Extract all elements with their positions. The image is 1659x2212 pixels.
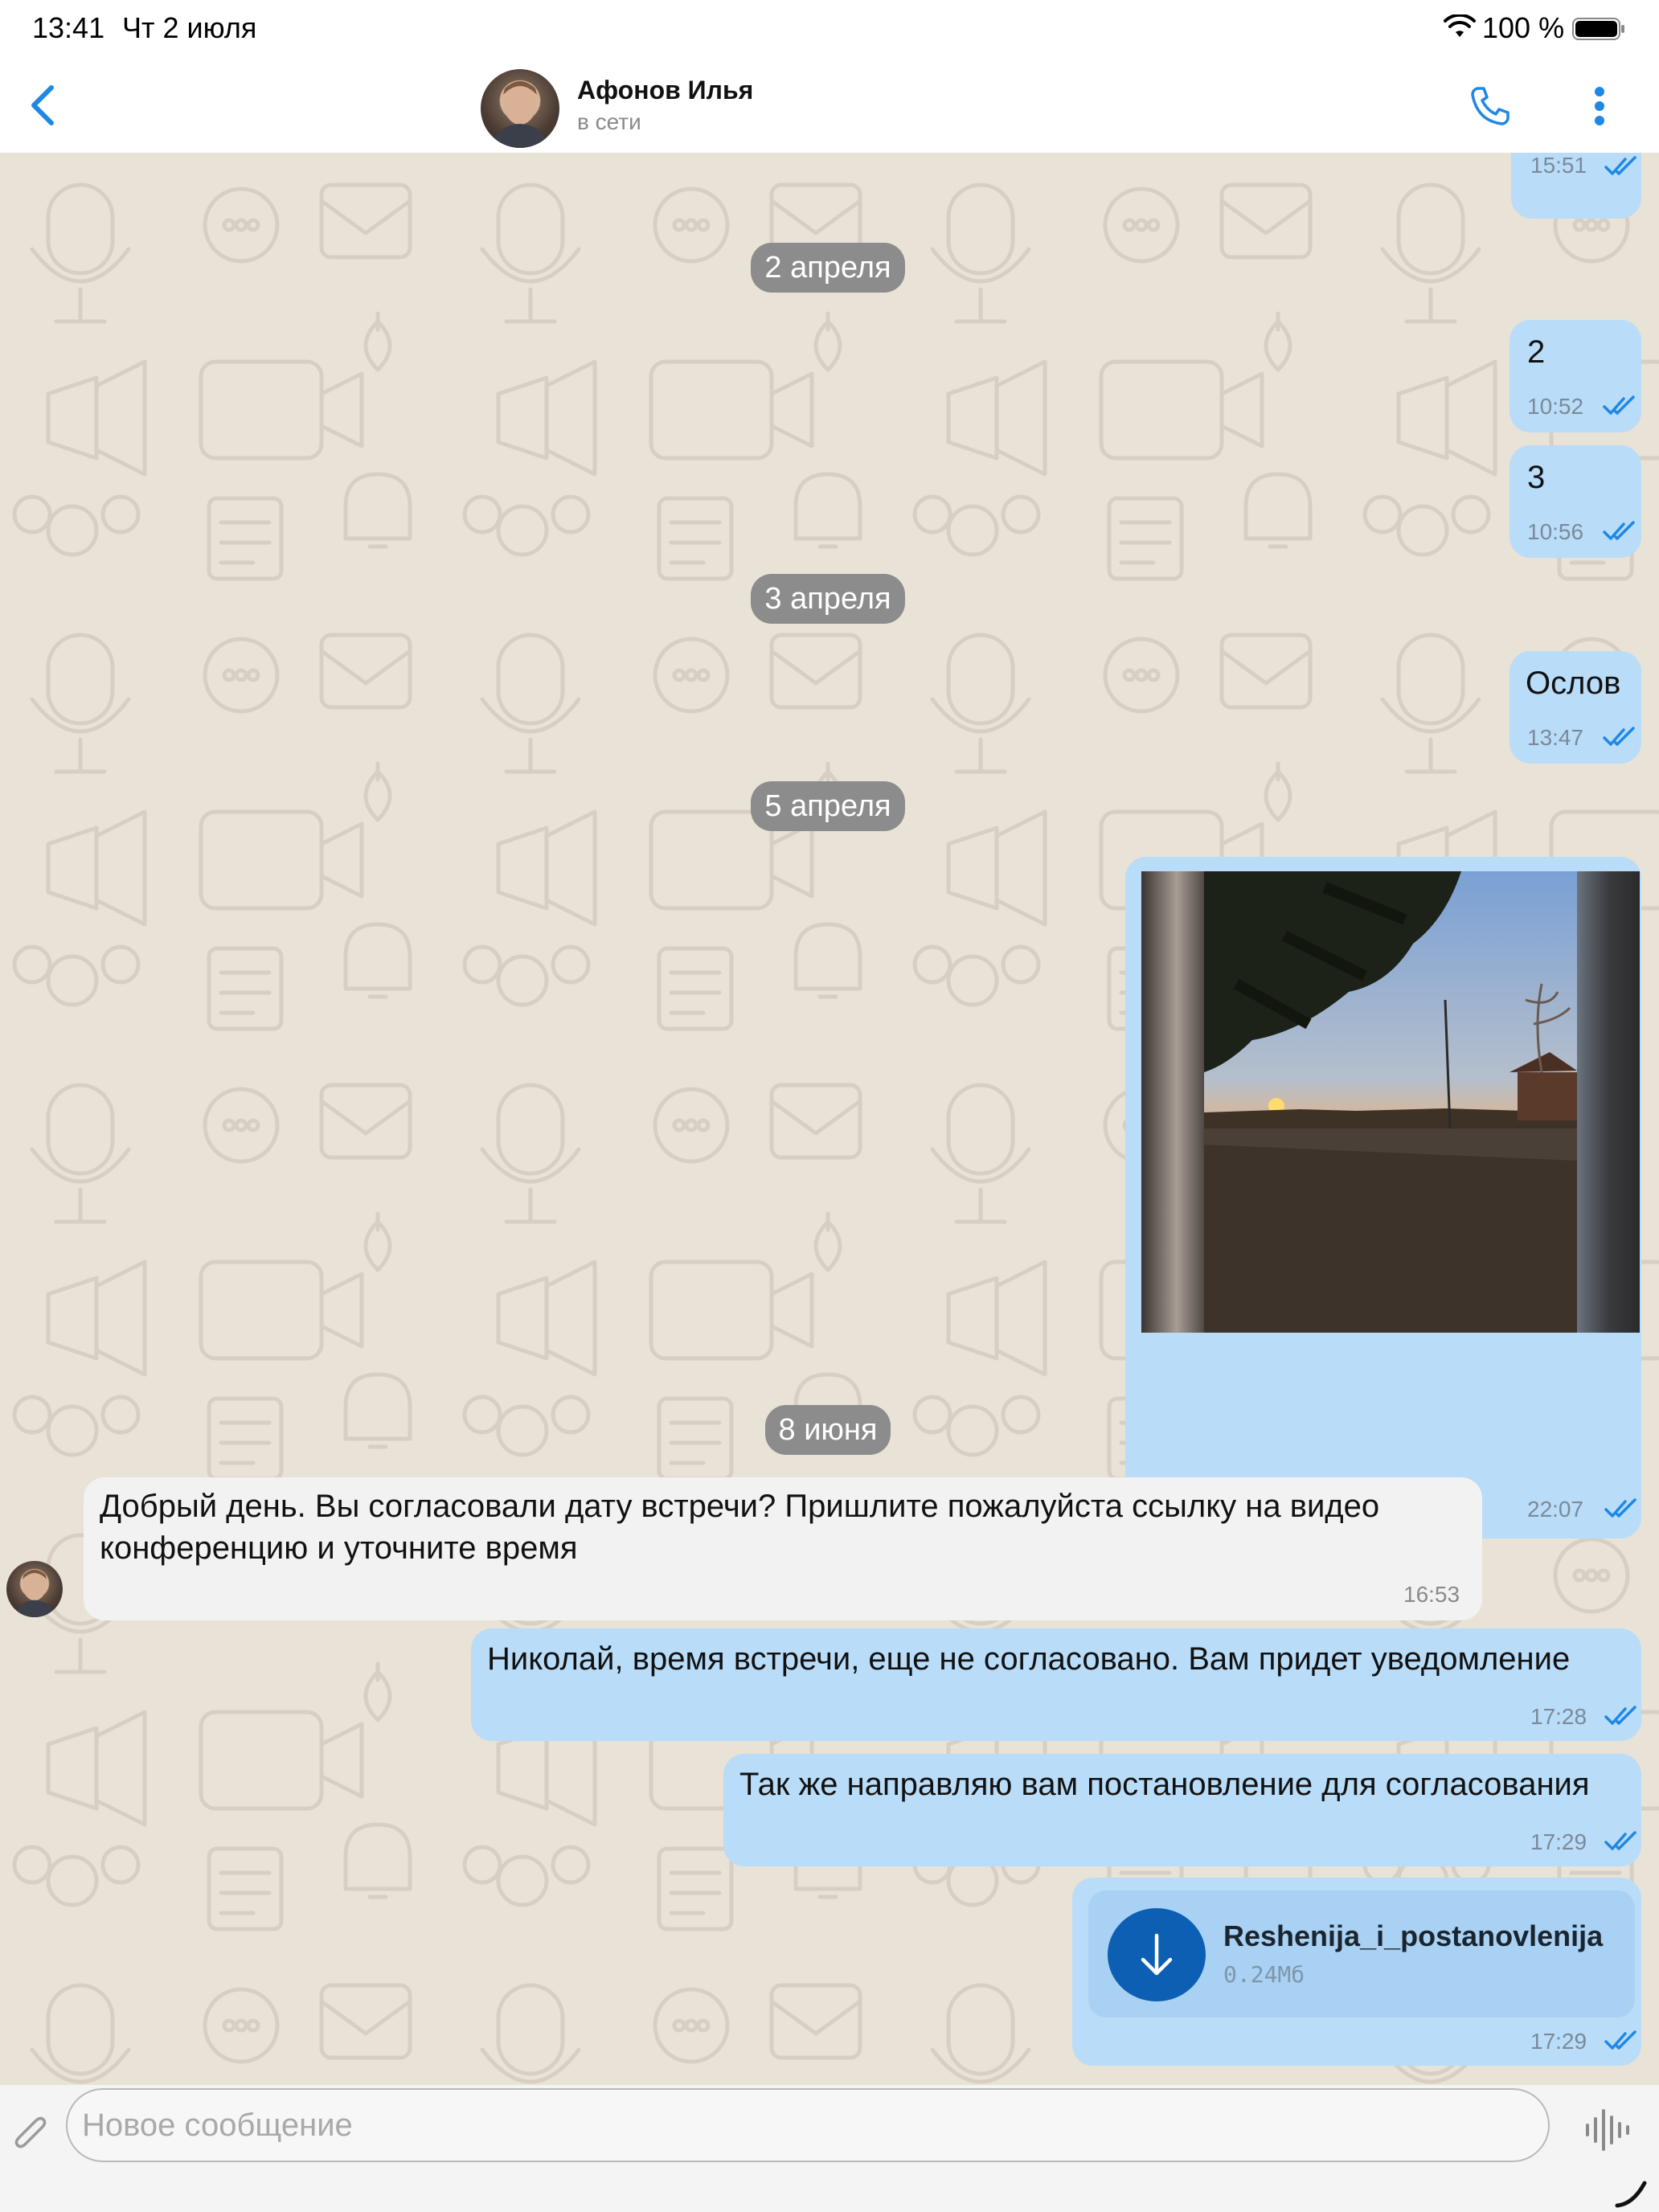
message-bubble-outgoing-photo[interactable]: 22:07 (1125, 857, 1641, 1538)
message-bubble-outgoing[interactable]: 2 10:52 (1509, 320, 1641, 432)
message-time: 10:56 (1527, 519, 1584, 544)
message-text: Добрый день. Вы согласовали дату встречи… (100, 1489, 1380, 1566)
double-check-icon (1604, 2030, 1636, 2050)
date-separator: 3 апреля (751, 574, 905, 624)
battery-icon (1572, 18, 1624, 40)
message-time: 15:51 (1530, 153, 1587, 178)
double-check-icon (1604, 156, 1636, 175)
status-time: 13:41 (32, 11, 105, 44)
double-check-icon (1604, 1706, 1636, 1725)
message-time: 13:47 (1527, 725, 1584, 750)
download-arrow-icon (1141, 1933, 1173, 1976)
message-text: 2 (1527, 334, 1546, 370)
resize-handle-icon (1615, 2181, 1647, 2208)
phone-icon (1471, 87, 1509, 125)
attach-button[interactable] (8, 2109, 53, 2159)
date-separator: 2 апреля (751, 243, 905, 293)
photo-blur-right (1575, 871, 1640, 1333)
message-bubble-outgoing[interactable]: 3 10:56 (1509, 445, 1641, 558)
message-bubble-outgoing-file[interactable]: Reshenija_i_postanovlenija 0.24Мб 17:29 (1072, 1878, 1641, 2066)
more-vertical-icon (1595, 87, 1604, 125)
message-time: 22:07 (1527, 1497, 1584, 1522)
sender-avatar[interactable] (6, 1561, 63, 1617)
double-check-icon (1603, 395, 1635, 415)
status-date: Чт 2 июля (122, 11, 257, 44)
double-check-icon (1603, 521, 1635, 540)
message-time: 17:29 (1530, 2029, 1587, 2054)
contact-status: в сети (577, 109, 641, 134)
photo-blur-left (1141, 871, 1206, 1333)
contact-avatar[interactable] (481, 69, 559, 148)
message-bubble-outgoing[interactable]: 15:51 (1511, 153, 1641, 219)
file-name: Reshenija_i_postanovlenija (1223, 1919, 1604, 1952)
back-button[interactable] (18, 80, 66, 130)
message-bubble-outgoing[interactable]: Ослов 13:47 (1509, 651, 1641, 764)
sunset-photo (1204, 871, 1577, 1333)
battery-percent: 100 % (1482, 11, 1565, 44)
message-text: 3 (1527, 460, 1546, 495)
message-text: Николай, время встречи, еще не согласова… (487, 1641, 1571, 1677)
double-check-icon (1603, 727, 1635, 746)
more-options-button[interactable] (1574, 80, 1625, 132)
double-check-icon (1604, 1831, 1636, 1850)
message-time: 16:53 (1403, 1582, 1460, 1607)
file-size: 0.24Мб (1223, 1961, 1305, 1988)
message-time: 10:52 (1527, 394, 1584, 419)
date-separator: 8 июня (765, 1405, 891, 1455)
paperclip-icon (14, 2116, 47, 2149)
message-bubble-outgoing[interactable]: Николай, время встречи, еще не согласова… (471, 1628, 1641, 1741)
chat-header: Афонов Илья в сети (0, 58, 1659, 153)
chat-area[interactable]: 15:51 2 апреля 2 10:52 3 10:56 3 апреля … (0, 153, 1659, 2085)
message-time: 17:28 (1530, 1704, 1587, 1729)
photo-attachment[interactable] (1141, 871, 1640, 1333)
status-bar: 13:41 Чт 2 июля 100 % (0, 0, 1659, 58)
double-check-icon (1604, 1498, 1636, 1518)
message-bubble-outgoing[interactable]: Так же направляю вам постановление для с… (723, 1754, 1641, 1866)
call-button[interactable] (1464, 80, 1516, 132)
back-chevron-icon (31, 85, 54, 125)
date-separator: 5 апреля (751, 781, 905, 831)
file-attachment[interactable]: Reshenija_i_postanovlenija 0.24Мб (1088, 1890, 1635, 2017)
wifi-icon (1444, 14, 1476, 37)
voice-message-button[interactable] (1579, 2104, 1635, 2156)
message-text: Ослов (1526, 666, 1621, 701)
contact-name[interactable]: Афонов Илья (577, 76, 753, 105)
message-composer (0, 2085, 1659, 2212)
message-time: 17:29 (1530, 1829, 1587, 1854)
message-input[interactable] (66, 2088, 1550, 2162)
message-bubble-incoming[interactable]: Добрый день. Вы согласовали дату встречи… (84, 1477, 1482, 1620)
voice-wave-icon (1586, 2109, 1629, 2151)
download-button[interactable] (1108, 1908, 1206, 2001)
message-text: Так же направляю вам постановление для с… (739, 1767, 1590, 1802)
